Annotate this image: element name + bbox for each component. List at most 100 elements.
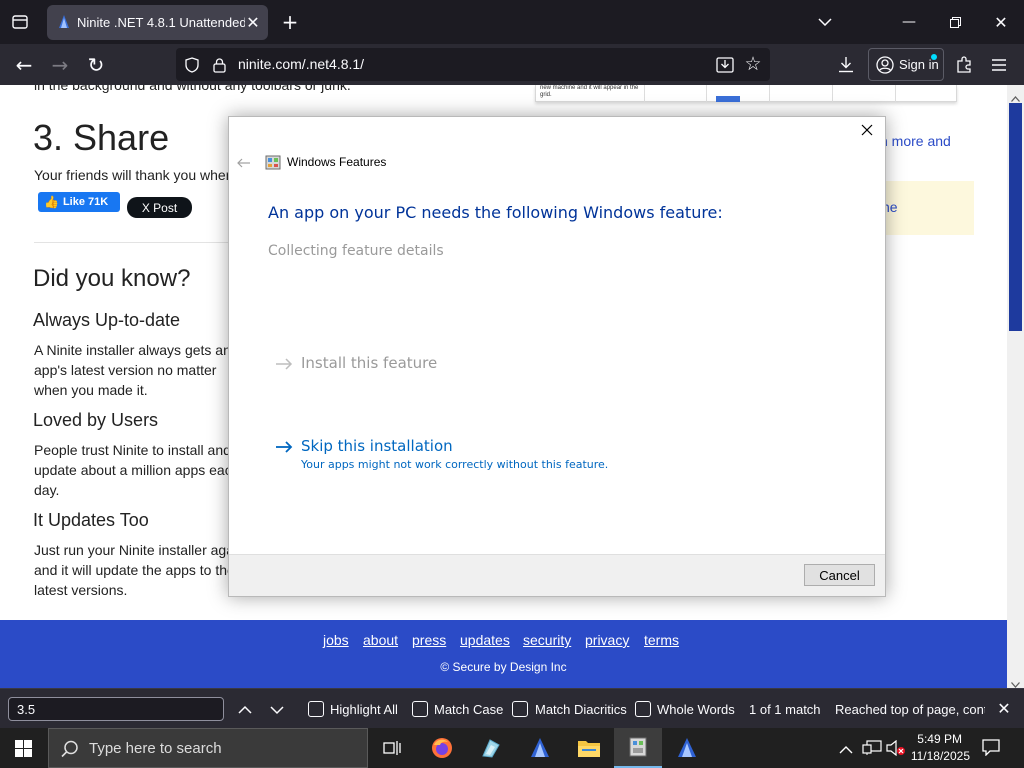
find-status-text: Reached top of page, contin [835,702,985,717]
show-hidden-icons-icon[interactable] [839,741,853,754]
find-next-icon[interactable] [270,702,288,716]
footer-link-updates[interactable]: updates [460,632,510,648]
close-window-icon[interactable]: ✕ [991,12,1011,32]
extensions-icon[interactable] [956,56,974,74]
ninite-favicon-icon [57,15,71,29]
forward-icon[interactable]: → [48,53,72,77]
account-icon [876,56,894,74]
section-title: Loved by Users [33,410,159,430]
network-icon[interactable] [862,740,882,756]
task-view-icon[interactable] [368,728,416,768]
restore-icon[interactable] [945,12,965,32]
preview-divider [769,85,770,102]
arrow-right-icon [275,440,293,454]
page-footer: jobs about press updates security privac… [0,620,1007,688]
notifications-icon[interactable] [982,739,1002,757]
facebook-like-button[interactable]: 👍 Like 71K [38,192,120,212]
skip-installation-label: Skip this installation [301,437,453,455]
paint-taskbar-icon[interactable] [467,728,515,768]
preview-divider [644,85,645,102]
search-icon [61,740,79,758]
sign-in-button[interactable]: Sign in [868,48,944,81]
dialog-window-title: Windows Features [287,155,387,169]
section-line: update about a million apps each [34,462,240,478]
page-scrollbar[interactable] [1007,85,1024,688]
find-bar: Highlight All Match Case Match Diacritic… [0,688,1024,728]
dialog-back-icon[interactable] [237,155,251,168]
match-diacritics-checkbox[interactable] [512,701,528,717]
clock-date[interactable]: 11/18/2025 [898,749,970,763]
scroll-down-icon[interactable] [1011,675,1020,688]
windows-start-icon[interactable] [15,740,33,758]
arrow-right-icon [275,357,293,371]
cancel-button[interactable]: Cancel [804,564,875,586]
minimize-icon[interactable]: — [899,12,919,32]
section-line: day. [34,482,60,498]
close-tab-icon[interactable]: ✕ [244,13,262,32]
section-line: Just run your Ninite installer aga [34,542,234,558]
section-title: It Updates Too [33,510,149,530]
preview-divider [895,85,896,102]
section-line: People trust Ninite to install and [34,442,231,458]
match-diacritics-label[interactable]: Match Diacritics [535,702,627,717]
section-line: when you made it. [34,382,148,398]
active-tab[interactable]: Ninite .NET 4.8.1 Unattended Se ✕ [47,5,268,40]
page-download-icon[interactable] [716,57,734,73]
footer-link-press[interactable]: press [412,632,446,648]
match-case-label[interactable]: Match Case [434,702,503,717]
list-all-tabs-icon[interactable] [8,12,32,32]
highlight-all-label[interactable]: Highlight All [330,702,398,717]
shield-icon[interactable] [185,57,201,73]
ninite-taskbar-icon[interactable] [516,728,564,768]
dialog-button-area: Cancel [229,554,885,596]
preview-divider [832,85,833,102]
file-explorer-taskbar-icon[interactable] [565,728,613,768]
preview-divider [706,85,707,102]
app-grid-preview-image: new machine and it will appear in the gr… [535,85,957,102]
install-feature-label: Install this feature [301,354,438,372]
highlight-all-checkbox[interactable] [308,701,324,717]
scrollbar-thumb[interactable] [1009,103,1022,331]
whole-words-label[interactable]: Whole Words [657,702,735,717]
reload-icon[interactable]: ↻ [84,53,108,77]
tab-bar: Ninite .NET 4.8.1 Unattended Se ✕ + — ✕ [0,0,1024,44]
lock-icon[interactable] [213,57,227,73]
learn-more-link-fragment[interactable]: n more and [880,133,951,149]
scroll-up-icon[interactable] [1011,89,1020,102]
footer-link-about[interactable]: about [363,632,398,648]
footer-copyright: © Secure by Design Inc [440,660,567,674]
find-previous-icon[interactable] [238,701,256,715]
section-line: latest versions. [34,582,128,598]
downloads-icon[interactable] [838,56,856,74]
find-input[interactable] [8,697,224,721]
footer-link-jobs[interactable]: jobs [323,632,349,648]
share-heading: 3. Share [33,117,170,158]
dialog-close-icon[interactable] [861,123,879,141]
taskbar-search-box[interactable]: Type here to search [48,728,368,768]
thumbs-up-icon: 👍 [44,195,59,209]
skip-installation-option[interactable]: Skip this installation Your apps might n… [275,436,675,476]
install-feature-option[interactable]: Install this feature [275,353,635,375]
back-icon[interactable]: ← [12,53,36,77]
firefox-taskbar-icon[interactable] [418,728,466,768]
chevron-down-icon[interactable] [815,12,835,32]
url-bar[interactable]: ninite.com/.net4.8.1/ ☆ [176,48,770,81]
dialog-heading: An app on your PC needs the following Wi… [268,203,723,222]
clock-time[interactable]: 5:49 PM [906,732,962,746]
whole-words-checkbox[interactable] [635,701,651,717]
windows-features-taskbar-icon[interactable] [614,728,662,768]
bookmark-star-icon[interactable]: ☆ [742,53,764,75]
section-title: Always Up-to-date [33,310,181,330]
new-tab-icon[interactable]: + [280,10,300,34]
menu-icon[interactable] [992,58,1008,72]
footer-link-terms[interactable]: terms [644,632,679,648]
footer-link-privacy[interactable]: privacy [585,632,629,648]
close-find-bar-icon[interactable]: ✕ [995,699,1013,718]
windows-taskbar: Type here to search 5:49 PM 11/18/2025 [0,728,1024,768]
x-post-button[interactable]: X Post [127,197,192,218]
match-case-checkbox[interactable] [412,701,428,717]
url-text[interactable]: ninite.com/.net4.8.1/ [238,56,364,72]
footer-link-security[interactable]: security [523,632,571,648]
preview-bar [716,96,740,102]
ninite-installer-taskbar-icon[interactable] [663,728,711,768]
